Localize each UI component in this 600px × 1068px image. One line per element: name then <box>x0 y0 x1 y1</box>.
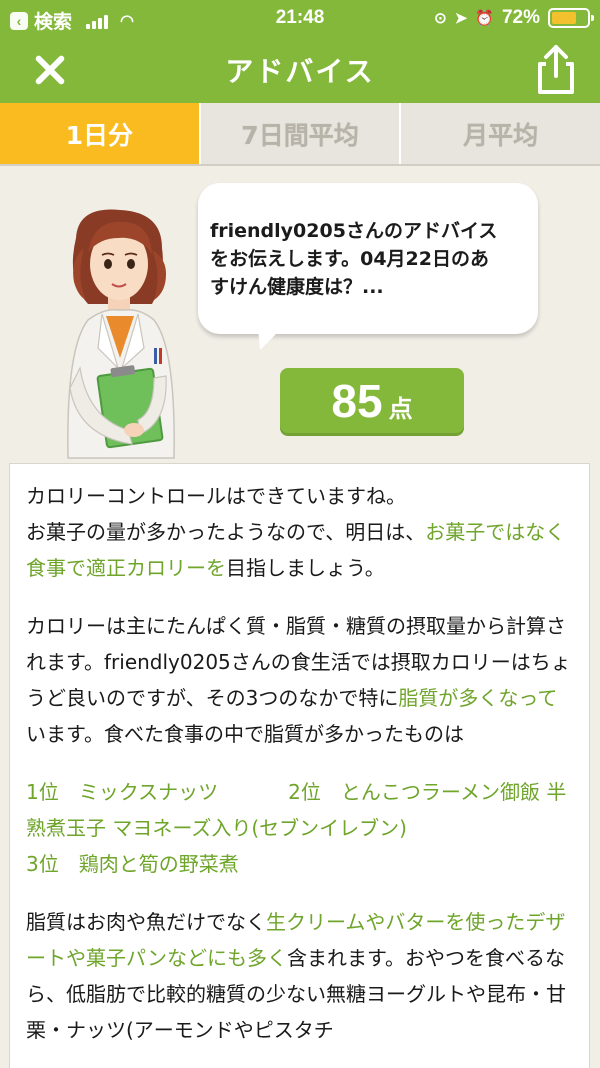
bubble-tail <box>258 326 284 350</box>
battery-icon <box>548 8 594 28</box>
ranking-item-1: 1位 ミックスナッツ <box>26 780 219 804</box>
advice-p1-sentence-4: 目指しましょう。 <box>226 556 385 580</box>
status-right: ⊙ ➤ ⏰ 72% <box>434 7 594 29</box>
bubble-line-1: friendly0205さんのアドバイス <box>210 220 498 242</box>
health-score-unit: 点 <box>388 395 413 423</box>
advice-p1-sentence-2: お菓子の量が多かったようなので、明日は、 <box>26 520 426 544</box>
doctor-avatar <box>67 209 175 459</box>
advice-p2-highlight: 脂質が多くなって <box>398 686 558 710</box>
tab-7day-average[interactable]: 7日間平均 <box>198 103 400 164</box>
alarm-icon: ⏰ <box>475 10 494 27</box>
location-icon: ➤ <box>454 10 468 27</box>
advice-speech-bubble: friendly0205さんのアドバイス をお伝えします。04月22日のあ すけ… <box>198 183 538 334</box>
tab-7day-average-label: 7日間平均 <box>241 120 359 150</box>
ranking-item-3: 3位 鶏肉と筍の野菜煮 <box>26 852 239 876</box>
advice-paragraph-3: 脂質はお肉や魚だけでなく生クリームやバターを使ったデザートや菓子パンなどにも多く… <box>26 904 577 1048</box>
period-tabs: 1日分 7日間平均 月平均 <box>0 103 600 166</box>
bubble-line-2: をお伝えします。04月22日のあ <box>210 248 489 270</box>
top-bar: ‹ 検索 ◠ 21:48 ⊙ ➤ ⏰ 72% アドバイス <box>0 0 600 103</box>
status-bar: ‹ 検索 ◠ 21:48 ⊙ ➤ ⏰ 72% <box>0 0 600 36</box>
fat-ranking-list: 1位 ミックスナッツ 2位 とんこつラーメン御飯 半熟煮玉子 マヨネーズ入り(セブ… <box>26 774 577 882</box>
advice-p1-sentence-1: カロリーコントロールはできていますね。 <box>26 484 406 508</box>
tab-monthly-average[interactable]: 月平均 <box>399 103 600 164</box>
advice-card: カロリーコントロールはできていますね。 お菓子の量が多かったようなので、明日は、… <box>9 463 590 1068</box>
page-title: アドバイス <box>225 55 375 88</box>
tab-daily[interactable]: 1日分 <box>0 103 199 164</box>
health-score-value: 85 <box>331 375 383 427</box>
health-score-badge: 85 点 <box>280 368 464 436</box>
rotation-lock-icon: ⊙ <box>434 10 447 27</box>
battery-fill <box>552 12 577 24</box>
tab-daily-label: 1日分 <box>65 120 134 150</box>
advice-p3-sentence-1: 脂質はお肉や魚だけでなく <box>26 910 266 934</box>
advice-paragraph-2: カロリーは主にたんぱく質・脂質・糖質の摂取量から計算されます。friendly0… <box>26 608 577 752</box>
bubble-line-3: すけん健康度は？... <box>210 276 384 298</box>
tab-monthly-average-label: 月平均 <box>463 120 539 150</box>
share-icon[interactable] <box>532 42 580 96</box>
advice-p2-sentence-3: います。食べた食事の中で脂質が多かったものは <box>26 722 464 746</box>
advice-paragraph-1: カロリーコントロールはできていますね。 お菓子の量が多かったようなので、明日は、… <box>26 478 577 586</box>
navigation-bar: アドバイス <box>0 36 600 103</box>
battery-percent: 72% <box>501 7 540 28</box>
